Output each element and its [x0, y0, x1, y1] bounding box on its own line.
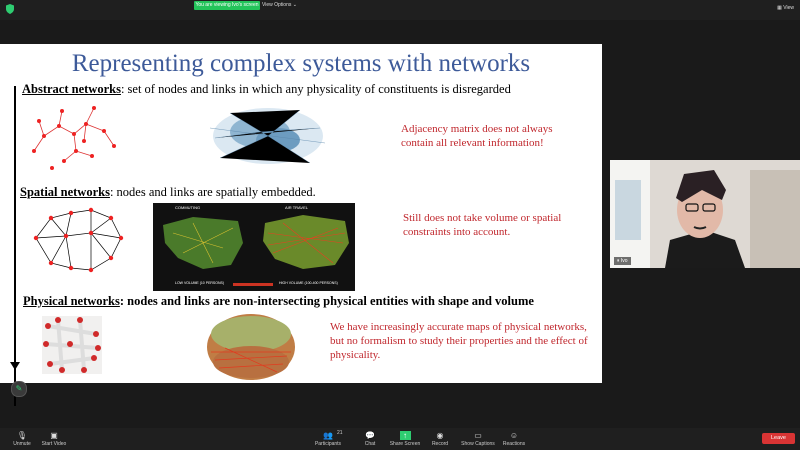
physical-text: : nodes and links are non-intersecting p… [119, 294, 534, 308]
annotate-pencil-icon[interactable]: ✎ [11, 381, 27, 397]
unmute-label: Unmute [13, 441, 31, 447]
mic-muted-icon: ⏸ [617, 258, 620, 264]
chat-button[interactable]: 💬 Chat [350, 428, 390, 450]
share-screen-label: Share Screen [389, 441, 421, 447]
participants-button[interactable]: 👥 Participants 21 [308, 428, 348, 450]
abstract-heading: Abstract networks [22, 82, 121, 96]
view-label: View [783, 5, 794, 11]
spatial-note: Still does not take volume or spatial co… [403, 212, 562, 238]
chat-bubble-icon: 💬 [365, 431, 375, 440]
map-left-label: COMMUTING [175, 205, 201, 210]
slide-title: Representing complex systems with networ… [71, 50, 531, 77]
map-right-label: AIR TRAVEL [285, 205, 308, 210]
abstract-note: Adjacency matrix does not always contain… [401, 123, 553, 149]
reactions-button[interactable]: ☺ Reactions [494, 428, 534, 450]
captions-icon: ▭ [474, 431, 482, 440]
spatial-heading: Spatial networks [20, 185, 110, 199]
physical-heading: Physical networks [23, 294, 120, 308]
show-captions-label: Show Captions [461, 441, 495, 447]
shield-icon[interactable] [4, 3, 16, 15]
microphone-muted-icon: 🎙 [16, 431, 28, 440]
brain-image [207, 314, 295, 380]
map-low-label: LOW VOLUME (10 PERSONS) [175, 281, 225, 285]
spatial-text: : nodes and links are spatially embedded… [109, 185, 316, 199]
view-options-label: View Options [262, 2, 292, 8]
dense-network-image [209, 108, 326, 164]
video-off-icon: ▣ [50, 431, 58, 440]
reactions-label: Reactions [502, 441, 526, 447]
participant-video[interactable]: ⏸ Ivo [610, 160, 800, 268]
view-button[interactable]: ▦ View [777, 4, 794, 13]
smiley-icon: ☺ [509, 431, 519, 440]
physical-network-image [42, 316, 102, 374]
record-label: Record [431, 441, 449, 447]
abstract-network-image [32, 106, 116, 170]
viewing-banner: You are viewing Ivo's screen [194, 1, 260, 10]
us-maps-image: COMMUTING AIR TRAVEL LOW VOLUME (10 PERS… [153, 203, 355, 291]
share-screen-button[interactable]: ↑ Share Screen [385, 428, 425, 450]
start-video-label: Start Video [41, 441, 67, 447]
record-icon: ◉ [436, 431, 444, 440]
grid-icon: ▦ [777, 5, 782, 11]
top-bar: You are viewing Ivo's screen View Option… [0, 0, 800, 20]
timeline-arrow [14, 86, 16, 406]
participants-label: Participants [314, 441, 342, 447]
show-captions-button[interactable]: ▭ Show Captions [458, 428, 498, 450]
participants-count: 21 [337, 430, 343, 436]
participant-name: ⏸ Ivo [614, 257, 631, 265]
shared-slide: Representing complex systems with networ… [0, 44, 602, 406]
start-video-button[interactable]: ▣ Start Video [34, 428, 74, 450]
chevron-down-icon: ⌄ [292, 2, 297, 8]
chat-label: Chat [364, 441, 376, 447]
physical-line: Physical networks: nodes and links are n… [23, 294, 534, 309]
abstract-line: Abstract networks: set of nodes and link… [22, 82, 511, 97]
bottom-toolbar: 🎙 Unmute ▣ Start Video 👥 Participants 21… [0, 428, 800, 450]
arrow-head [10, 362, 20, 370]
participant-name-label: Ivo [620, 258, 628, 264]
leave-button[interactable]: Leave [762, 433, 795, 444]
people-icon: 👥 [323, 431, 333, 440]
physical-note: We have increasingly accurate maps of ph… [330, 321, 588, 361]
view-options-button[interactable]: View Options ⌄ [262, 1, 297, 10]
abstract-text: : set of nodes and links in which any ph… [120, 82, 511, 96]
share-screen-icon: ↑ [399, 431, 411, 440]
record-button[interactable]: ◉ Record [420, 428, 460, 450]
spatial-network-image [33, 207, 124, 273]
map-high-label: HIGH VOLUME (100-400 PERSONS) [279, 281, 338, 285]
video-frame [610, 160, 800, 268]
